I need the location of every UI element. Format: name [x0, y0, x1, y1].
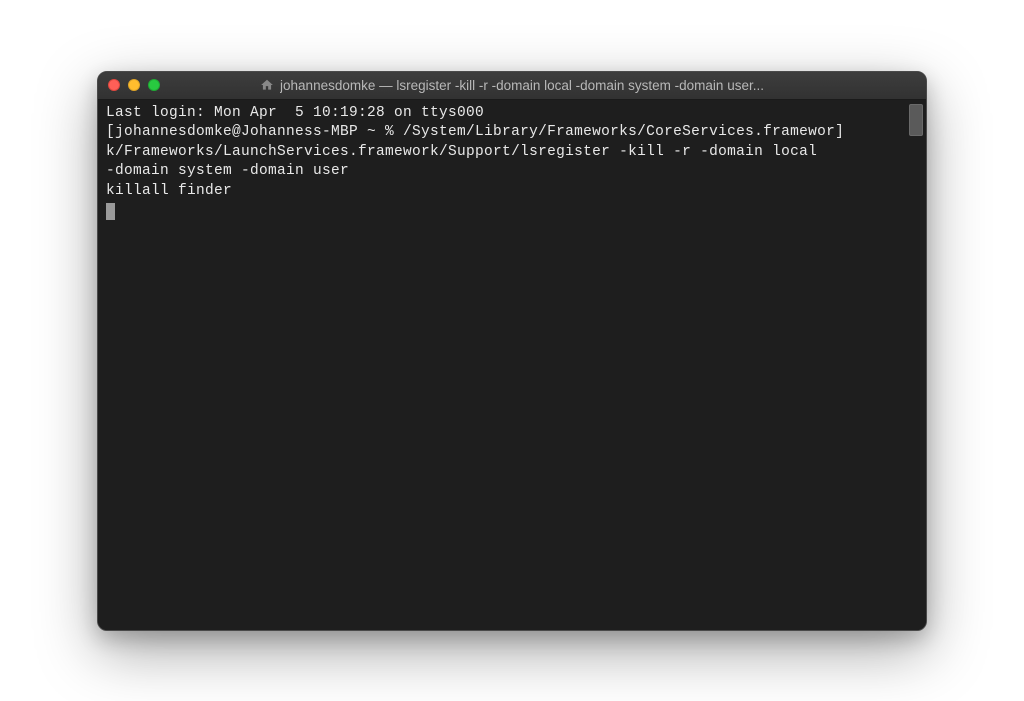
- maximize-button[interactable]: [148, 79, 160, 91]
- terminal-line: [johannesdomke@Johanness-MBP ~ % /System…: [106, 124, 844, 140]
- terminal-line: Last login: Mon Apr 5 10:19:28 on ttys00…: [106, 105, 484, 121]
- terminal-body[interactable]: Last login: Mon Apr 5 10:19:28 on ttys00…: [98, 100, 926, 630]
- terminal-line: killall finder: [106, 183, 232, 199]
- terminal-line: -domain system -domain user: [106, 163, 349, 179]
- terminal-output: Last login: Mon Apr 5 10:19:28 on ttys00…: [106, 104, 918, 223]
- terminal-window: johannesdomke — lsregister -kill -r -dom…: [97, 71, 927, 631]
- title-bar[interactable]: johannesdomke — lsregister -kill -r -dom…: [98, 72, 926, 100]
- window-title: johannesdomke — lsregister -kill -r -dom…: [280, 78, 764, 93]
- cursor: [106, 203, 115, 220]
- close-button[interactable]: [108, 79, 120, 91]
- minimize-button[interactable]: [128, 79, 140, 91]
- traffic-lights: [108, 79, 160, 91]
- scrollbar-thumb[interactable]: [909, 104, 923, 136]
- terminal-line: k/Frameworks/LaunchServices.framework/Su…: [106, 144, 826, 160]
- title-content: johannesdomke — lsregister -kill -r -dom…: [98, 78, 926, 93]
- home-icon: [260, 78, 274, 92]
